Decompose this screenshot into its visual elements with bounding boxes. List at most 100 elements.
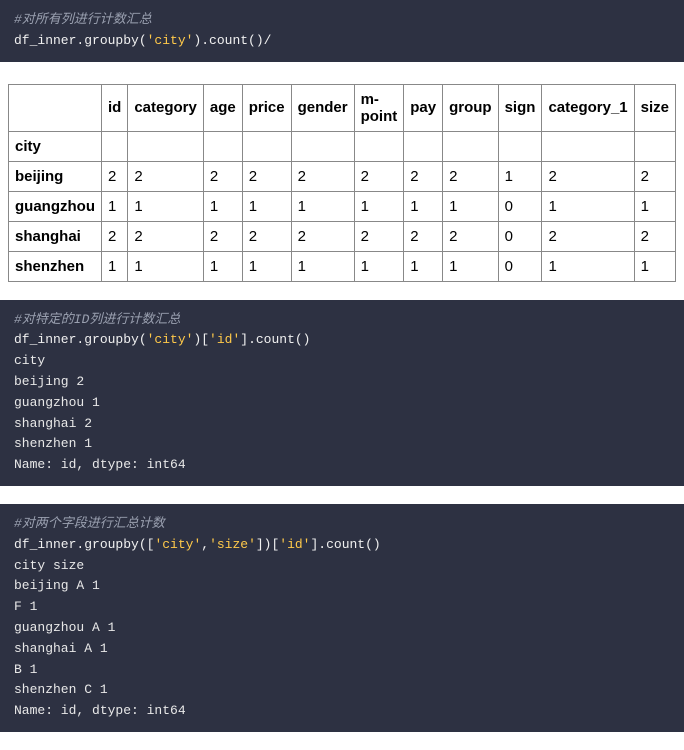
code-token: df_inner.groupby(	[14, 332, 147, 347]
table-row: shenzhen 1 1 1 1 1 1 1 1 0 1 1	[9, 251, 676, 281]
output-line: guangzhou A 1	[14, 618, 670, 639]
code-block-3: #对两个字段进行汇总计数 df_inner.groupby(['city','s…	[0, 504, 684, 732]
cell: 2	[354, 161, 404, 191]
cell: 1	[354, 191, 404, 221]
cell: 1	[203, 251, 242, 281]
code-block-1: #对所有列进行计数汇总 df_inner.groupby('city').cou…	[0, 0, 684, 62]
cell: 1	[354, 251, 404, 281]
col-header: price	[242, 84, 291, 131]
cell: 2	[542, 161, 634, 191]
cell: 1	[101, 251, 127, 281]
cell: 2	[101, 161, 127, 191]
code-token: )[	[193, 332, 209, 347]
code-token: df_inner.groupby(	[14, 33, 147, 48]
output-line: shenzhen 1	[14, 434, 670, 455]
col-header: pay	[404, 84, 443, 131]
cell: 1	[542, 191, 634, 221]
cell: 2	[291, 161, 354, 191]
cell: 2	[242, 221, 291, 251]
comment-line: #对所有列进行计数汇总	[14, 10, 670, 31]
cell: 2	[242, 161, 291, 191]
table-row: beijing 2 2 2 2 2 2 2 2 1 2 2	[9, 161, 676, 191]
result-table-wrap: id category age price gender m-point pay…	[0, 80, 684, 300]
output-line: Name: id, dtype: int64	[14, 455, 670, 476]
cell: 1	[634, 251, 675, 281]
cell: 0	[498, 191, 542, 221]
cell: 1	[128, 191, 204, 221]
code-line: df_inner.groupby('city')['id'].count()	[14, 330, 670, 351]
string-token: 'id'	[209, 332, 240, 347]
cell: 1	[542, 251, 634, 281]
string-token: 'city'	[154, 537, 201, 552]
cell: 2	[443, 161, 499, 191]
output-line: guangzhou 1	[14, 393, 670, 414]
string-token: 'id'	[279, 537, 310, 552]
string-token: 'size'	[209, 537, 256, 552]
string-token: 'city'	[147, 33, 194, 48]
row-header: guangzhou	[9, 191, 102, 221]
cell: 2	[404, 161, 443, 191]
cell: 2	[634, 161, 675, 191]
result-table: id category age price gender m-point pay…	[8, 84, 676, 282]
cell: 2	[203, 161, 242, 191]
cell: 1	[242, 251, 291, 281]
cell: 1	[101, 191, 127, 221]
cell: 2	[542, 221, 634, 251]
cell: 1	[634, 191, 675, 221]
output-line: F 1	[14, 597, 670, 618]
cell: 0	[498, 221, 542, 251]
col-header: group	[443, 84, 499, 131]
output-line: shenzhen C 1	[14, 680, 670, 701]
col-header: category_1	[542, 84, 634, 131]
cell: 1	[404, 191, 443, 221]
output-line: Name: id, dtype: int64	[14, 701, 670, 722]
cell: 1	[291, 191, 354, 221]
cell: 1	[128, 251, 204, 281]
code-token: ])[	[256, 537, 279, 552]
col-header: id	[101, 84, 127, 131]
comment-line: #对特定的ID列进行计数汇总	[14, 310, 670, 331]
table-header-row: id category age price gender m-point pay…	[9, 84, 676, 131]
col-header: category	[128, 84, 204, 131]
cell: 2	[291, 221, 354, 251]
row-header: beijing	[9, 161, 102, 191]
cell: 2	[354, 221, 404, 251]
output-line: beijing 2	[14, 372, 670, 393]
row-header: shenzhen	[9, 251, 102, 281]
output-line: shanghai 2	[14, 414, 670, 435]
output-line: city size	[14, 556, 670, 577]
cell: 2	[634, 221, 675, 251]
code-token: ,	[201, 537, 209, 552]
code-token: ).count()/	[193, 33, 271, 48]
col-header: m-point	[354, 84, 404, 131]
comment-line: #对两个字段进行汇总计数	[14, 514, 670, 535]
cell: 1	[404, 251, 443, 281]
row-header: shanghai	[9, 221, 102, 251]
cell: 1	[203, 191, 242, 221]
cell: 2	[128, 161, 204, 191]
output-line: shanghai A 1	[14, 639, 670, 660]
code-token: ].count()	[240, 332, 310, 347]
cell: 1	[242, 191, 291, 221]
index-label: city	[9, 131, 102, 161]
table-row: guangzhou 1 1 1 1 1 1 1 1 0 1 1	[9, 191, 676, 221]
code-token: df_inner.groupby([	[14, 537, 154, 552]
table-row: shanghai 2 2 2 2 2 2 2 2 0 2 2	[9, 221, 676, 251]
output-line: beijing A 1	[14, 576, 670, 597]
cell: 0	[498, 251, 542, 281]
table-index-row: city	[9, 131, 676, 161]
blank-corner-cell	[9, 84, 102, 131]
code-line: df_inner.groupby(['city','size'])['id'].…	[14, 535, 670, 556]
code-block-2: #对特定的ID列进行计数汇总 df_inner.groupby('city')[…	[0, 300, 684, 486]
cell: 2	[443, 221, 499, 251]
cell: 1	[291, 251, 354, 281]
col-header: sign	[498, 84, 542, 131]
col-header: size	[634, 84, 675, 131]
cell: 1	[498, 161, 542, 191]
cell: 2	[404, 221, 443, 251]
code-line: df_inner.groupby('city').count()/	[14, 31, 670, 52]
col-header: gender	[291, 84, 354, 131]
col-header: age	[203, 84, 242, 131]
code-token: ].count()	[311, 537, 381, 552]
cell: 1	[443, 251, 499, 281]
